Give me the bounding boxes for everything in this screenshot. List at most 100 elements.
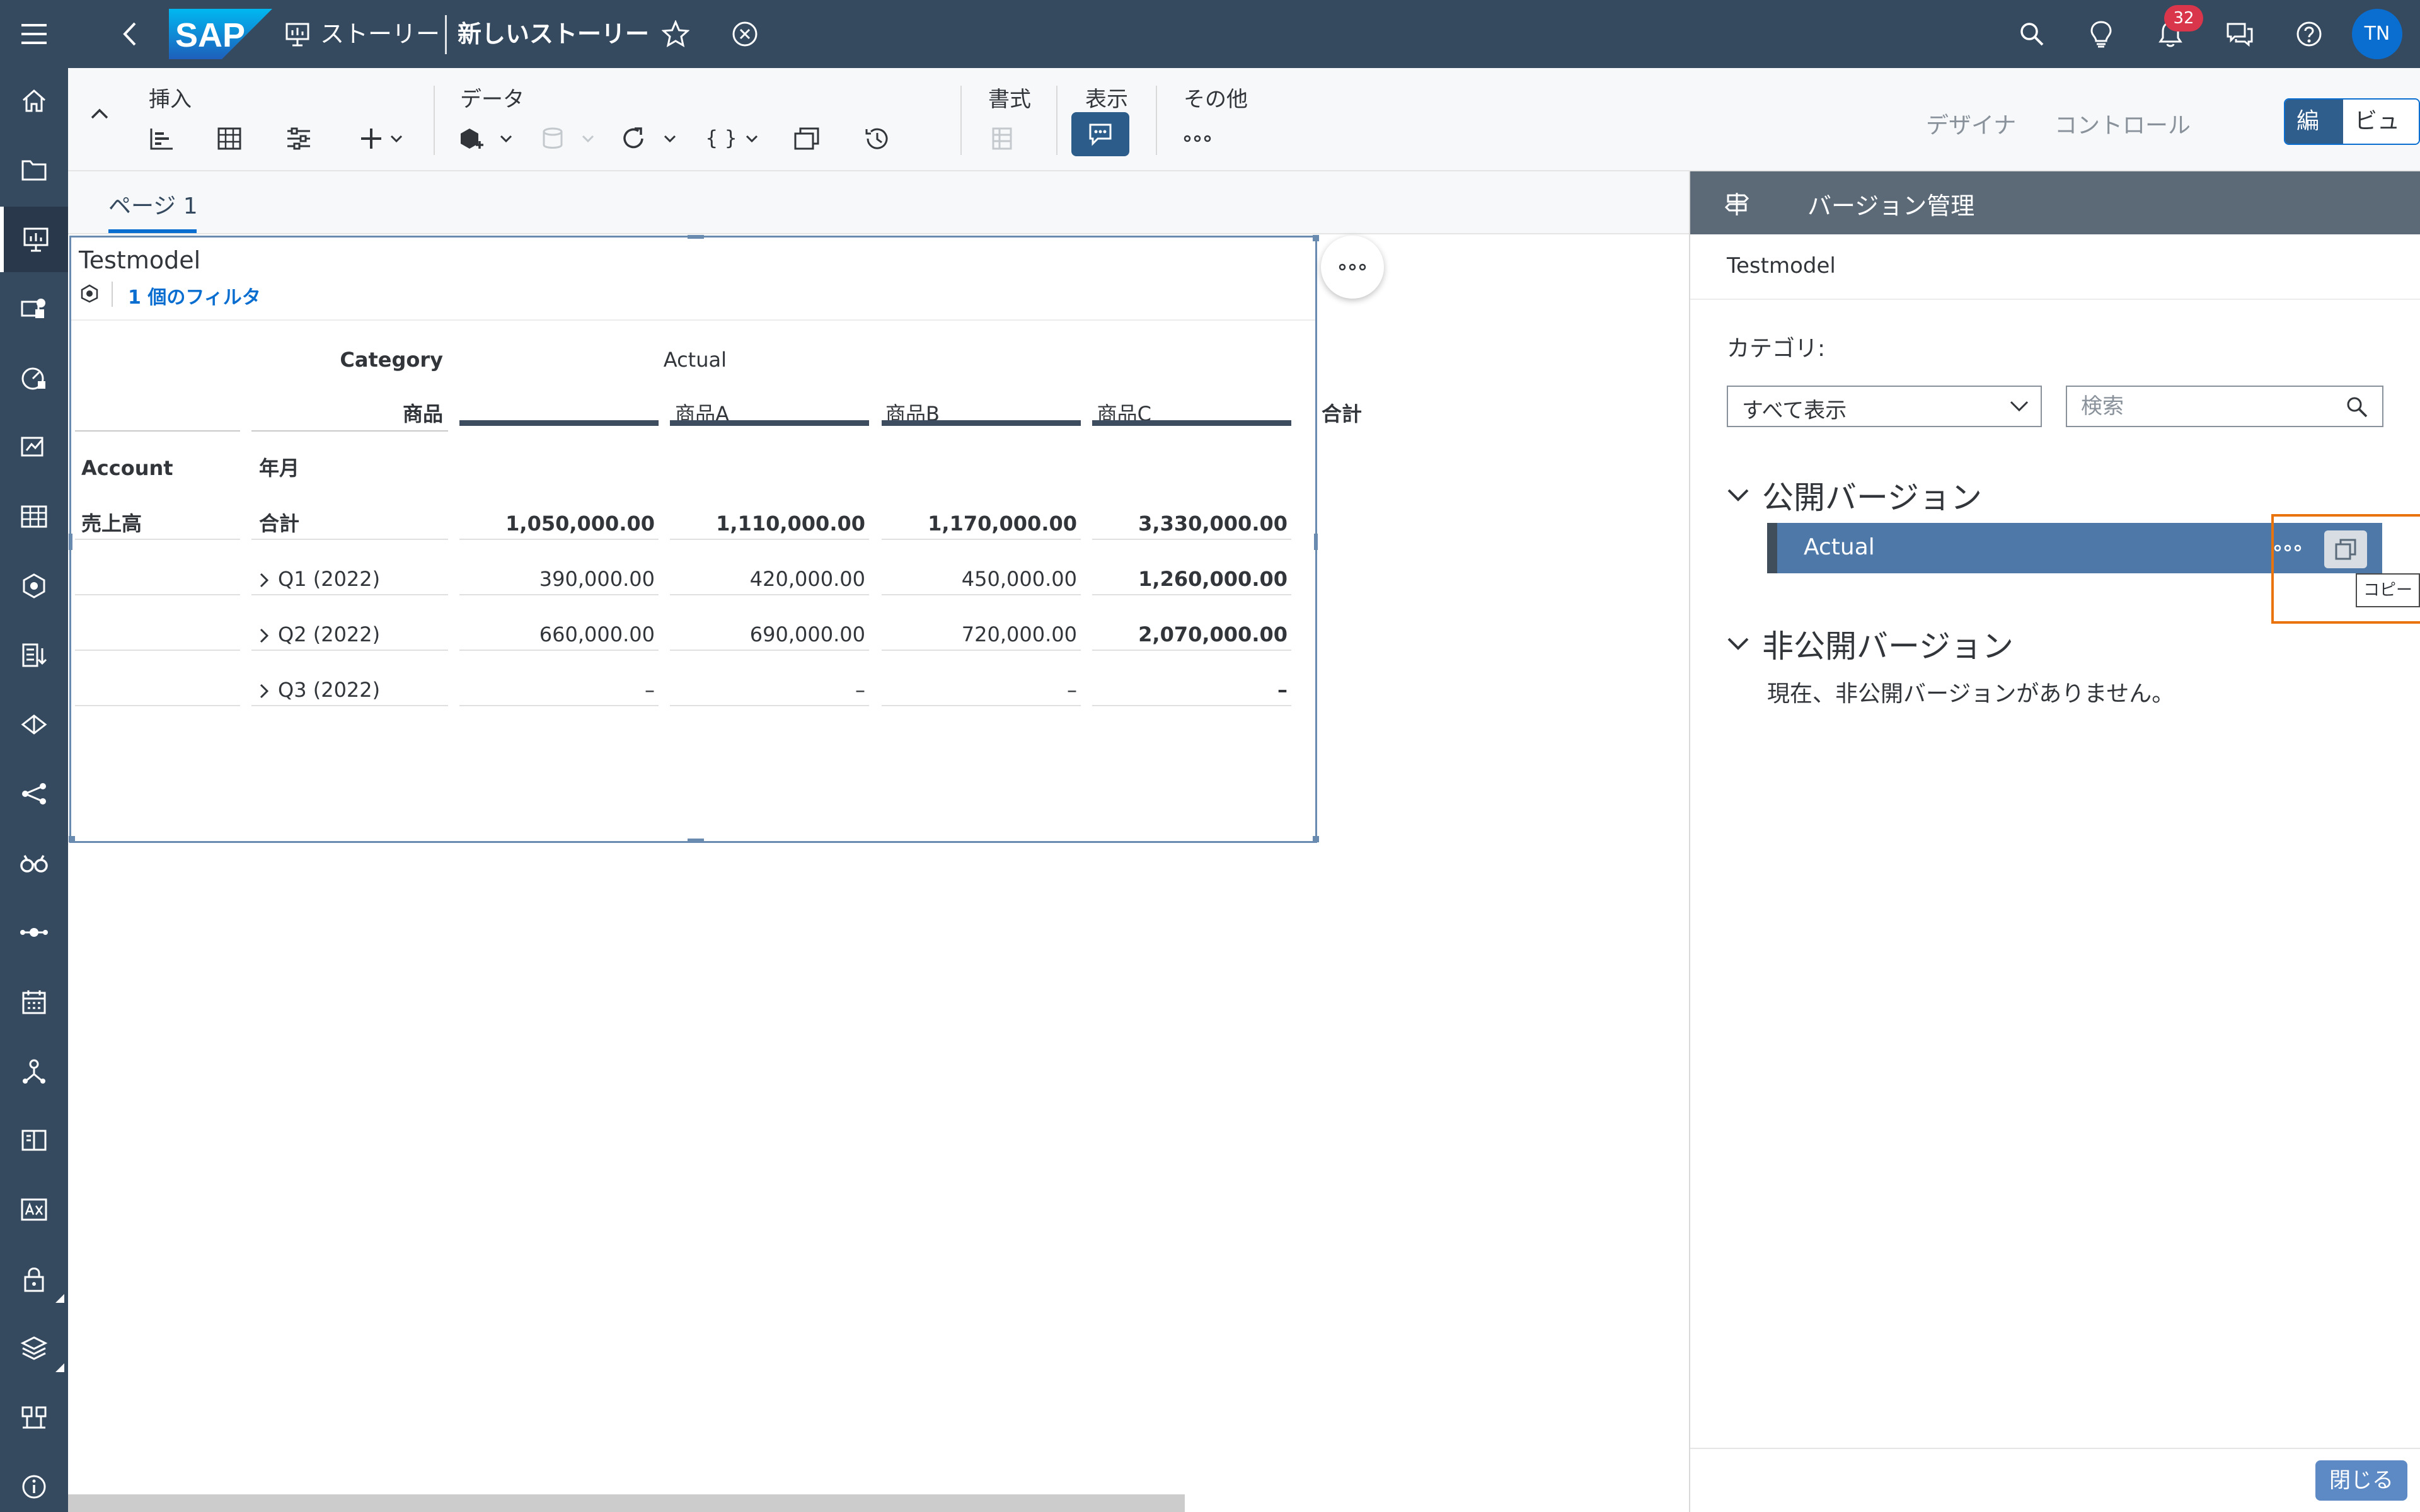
active-tab-indicator: [108, 229, 197, 233]
table-cell[interactable]: 660,000.00: [459, 616, 655, 653]
nav-calendar-icon[interactable]: [0, 969, 68, 1034]
table-cell[interactable]: 390,000.00: [459, 560, 655, 598]
refresh-icon[interactable]: [616, 112, 686, 165]
resize-handle-corner[interactable]: [69, 836, 75, 842]
table-cell[interactable]: 1,050,000.00: [459, 505, 655, 542]
table-cell[interactable]: 450,000.00: [882, 560, 1077, 598]
comment-toggle-button[interactable]: [1071, 112, 1129, 156]
expand-chevron-right-icon[interactable]: [259, 572, 269, 588]
resize-handle-top[interactable]: [688, 235, 704, 239]
nav-modeler-icon[interactable]: [0, 415, 68, 480]
user-avatar[interactable]: TN: [2352, 9, 2402, 59]
lightbulb-icon[interactable]: [2083, 16, 2119, 52]
nav-catalog-book-icon[interactable]: [0, 1108, 68, 1173]
panel-header: バージョン管理: [1690, 171, 2420, 234]
insert-more-add-icon[interactable]: [349, 112, 418, 165]
row-divider: [882, 539, 1081, 540]
insert-input-control-icon[interactable]: [272, 112, 325, 165]
resize-handle-left[interactable]: [69, 534, 72, 550]
favorite-star-icon[interactable]: [658, 16, 693, 52]
table-cell[interactable]: 1,170,000.00: [882, 505, 1077, 542]
story-title: 新しいストーリー: [458, 20, 650, 48]
nav-files-icon[interactable]: [0, 137, 68, 203]
more-overflow-icon: [1339, 263, 1366, 271]
search-icon[interactable]: [2014, 16, 2049, 52]
nav-datasets-icon[interactable]: [0, 484, 68, 549]
close-circle-icon[interactable]: [727, 16, 763, 52]
nav-analytic-app-icon[interactable]: [0, 276, 68, 341]
nav-digital-boardroom-icon[interactable]: [0, 345, 68, 411]
tab-page-1[interactable]: ページ 1: [108, 188, 198, 220]
resize-handle-right[interactable]: [1314, 534, 1318, 550]
back-icon[interactable]: [112, 16, 147, 52]
mode-control[interactable]: コントロール: [2054, 107, 2191, 140]
table-cell[interactable]: 1,260,000.00: [1092, 560, 1288, 598]
column-header-bar: [882, 420, 1081, 426]
table-cell[interactable]: 1,110,000.00: [670, 505, 865, 542]
panel-model-name: Testmodel: [1727, 253, 1836, 278]
formula-braces-icon[interactable]: { }: [698, 112, 768, 165]
expand-chevron-right-icon[interactable]: [259, 683, 269, 699]
nav-models-icon[interactable]: [0, 553, 68, 619]
nav-info-icon[interactable]: [0, 1454, 68, 1512]
nav-data-actions-icon[interactable]: [0, 692, 68, 757]
nav-flow-icon[interactable]: [0, 900, 68, 965]
horizontal-scrollbar[interactable]: [68, 1494, 1185, 1512]
row-period-cell[interactable]: Q3 (2022): [259, 671, 380, 709]
view-mode-button[interactable]: ビュー: [2343, 100, 2419, 144]
nav-transport-icon[interactable]: [0, 1315, 68, 1381]
table-cell[interactable]: –: [459, 671, 655, 709]
table-cell[interactable]: –: [1092, 671, 1288, 709]
resize-handle-corner[interactable]: [1313, 235, 1319, 241]
nav-data-import-icon[interactable]: [0, 622, 68, 688]
expand-chevron-right-icon[interactable]: [259, 627, 269, 644]
nav-explorer-binoculars-icon[interactable]: [0, 830, 68, 896]
version-search-input[interactable]: [2067, 387, 2338, 426]
table-cell[interactable]: 420,000.00: [670, 560, 865, 598]
row-period-cell[interactable]: 合計: [259, 505, 299, 542]
chat-icon[interactable]: [2222, 16, 2257, 52]
history-icon[interactable]: [851, 112, 904, 165]
close-panel-button[interactable]: 閉じる: [2315, 1460, 2407, 1501]
table-cell[interactable]: 690,000.00: [670, 616, 865, 653]
table-cell[interactable]: 720,000.00: [882, 616, 1077, 653]
private-versions-group-header[interactable]: 非公開バージョン: [1727, 621, 2014, 667]
nav-home-icon[interactable]: [0, 68, 68, 134]
data-model-icon[interactable]: [452, 112, 522, 165]
filter-divider: [112, 282, 113, 307]
table-widget[interactable]: Testmodel 1 個のフィルタ Category Actual 商品 商品…: [69, 235, 1362, 843]
more-overflow-icon[interactable]: [1171, 112, 1224, 165]
toolbar-group-view: 表示: [1085, 87, 1128, 112]
resize-handle-bottom[interactable]: [688, 839, 704, 842]
resize-handle-corner[interactable]: [1313, 836, 1319, 842]
row-period-cell[interactable]: Q1 (2022): [259, 560, 380, 598]
nav-connections-icon[interactable]: [0, 761, 68, 827]
column-header-total[interactable]: 合計: [1092, 395, 1362, 433]
nav-predictive-icon[interactable]: [0, 1038, 68, 1104]
filter-count-link[interactable]: 1 個のフィルタ: [128, 282, 261, 309]
nav-system-icon[interactable]: [0, 1385, 68, 1450]
help-icon[interactable]: [2291, 16, 2327, 52]
search-icon[interactable]: [2346, 396, 2368, 418]
nav-security-lock-icon[interactable]: [0, 1246, 68, 1312]
nav-translation-icon[interactable]: [0, 1177, 68, 1242]
table-cell[interactable]: 2,070,000.00: [1092, 616, 1288, 653]
collapse-toolbar-chevron-up-icon[interactable]: [73, 87, 126, 140]
row-period-cell[interactable]: Q2 (2022): [259, 616, 380, 653]
table-cell[interactable]: 3,330,000.00: [1092, 505, 1288, 542]
nav-stories-icon[interactable]: [0, 207, 68, 272]
copy-version-icon[interactable]: [780, 112, 833, 165]
insert-chart-icon[interactable]: [135, 112, 188, 165]
public-versions-group-header[interactable]: 公開バージョン: [1727, 472, 1982, 518]
menu-icon[interactable]: [16, 16, 52, 52]
row-account-cell[interactable]: 売上高: [81, 505, 142, 542]
mode-designer[interactable]: デザイナ: [1926, 107, 2016, 140]
edit-mode-button[interactable]: 編集: [2285, 100, 2343, 144]
comment-icon: [1089, 123, 1112, 146]
breadcrumb-story[interactable]: ストーリー: [320, 16, 440, 52]
table-cell[interactable]: –: [882, 671, 1077, 709]
category-select[interactable]: すべて表示: [1727, 386, 2042, 427]
insert-table-icon[interactable]: [203, 112, 256, 165]
table-cell[interactable]: –: [670, 671, 865, 709]
widget-more-actions-button[interactable]: [1321, 236, 1384, 299]
